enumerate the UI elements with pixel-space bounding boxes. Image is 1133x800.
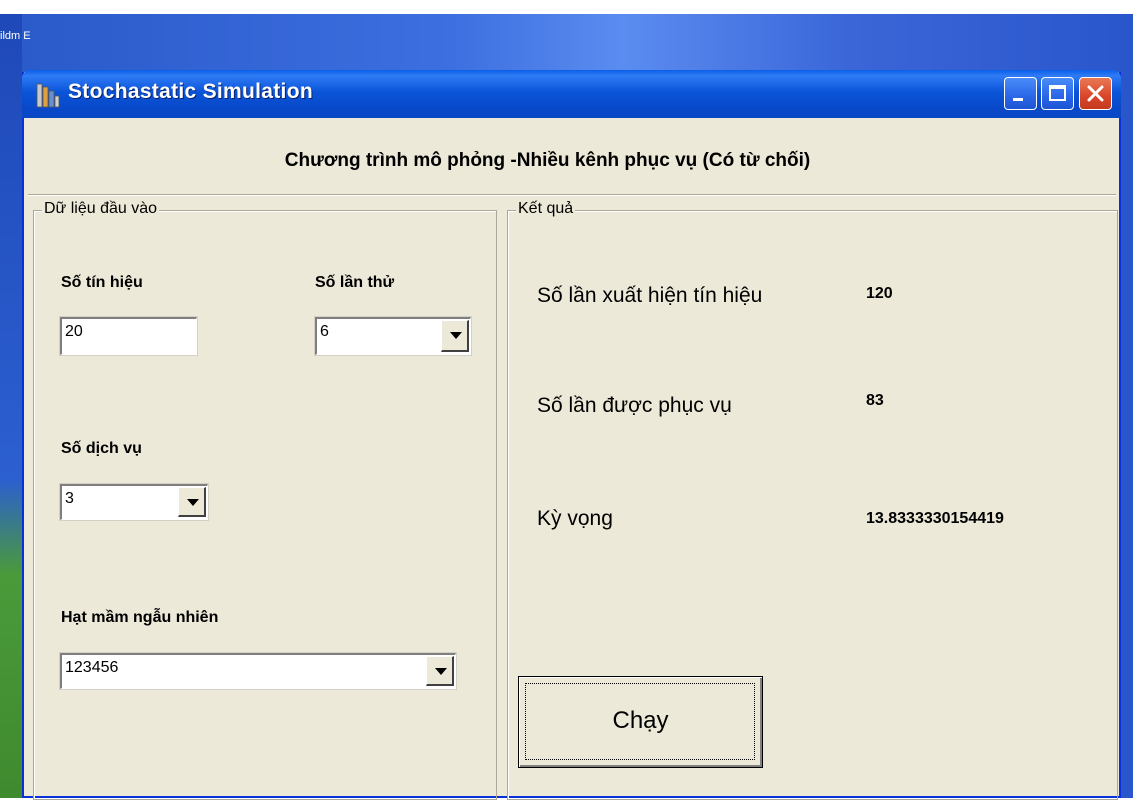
run-button[interactable]: Chạy [518, 676, 763, 768]
appear-label: Số lần xuất hiện tín hiệu [537, 284, 763, 307]
result-group-legend: Kết quả [516, 200, 576, 218]
seed-value: 123456 [65, 659, 119, 676]
minimize-icon [1013, 98, 1023, 101]
title-bar[interactable]: Stochastatic Simulation [22, 70, 1121, 118]
signals-label: Số tín hiệu [61, 274, 143, 291]
close-button[interactable] [1079, 77, 1112, 110]
seed-select[interactable]: 123456 [59, 652, 457, 690]
expectation-value: 13.8333330154419 [866, 510, 1004, 527]
maximize-button[interactable] [1041, 77, 1074, 110]
signals-input[interactable]: 20 [59, 316, 198, 356]
chevron-down-icon [435, 668, 447, 675]
seed-label: Hạt mầm ngẫu nhiên [61, 609, 219, 626]
trials-select[interactable]: 6 [314, 316, 472, 356]
heading-divider [28, 194, 1116, 196]
window-title: Stochastatic Simulation [68, 80, 313, 103]
services-select[interactable]: 3 [59, 483, 209, 521]
services-dropdown-button[interactable] [178, 487, 206, 517]
chevron-down-icon [450, 332, 462, 339]
services-value: 3 [65, 490, 74, 507]
appear-value: 120 [866, 285, 893, 302]
top-strip [0, 0, 1133, 14]
chevron-down-icon [187, 499, 199, 506]
expectation-label: Kỳ vọng [537, 507, 613, 530]
input-group-legend: Dữ liệu đầu vào [42, 200, 159, 218]
page-heading: Chương trình mô phỏng -Nhiều kênh phục v… [284, 150, 811, 171]
minimize-button[interactable] [1004, 77, 1037, 110]
desktop-side-text: ildm E [0, 30, 31, 42]
maximize-icon [1049, 85, 1066, 101]
trials-value: 6 [320, 323, 329, 340]
services-label: Số dịch vụ [61, 440, 142, 457]
served-label: Số lần được phục vụ [537, 394, 732, 417]
run-button-label: Chạy [612, 707, 669, 734]
seed-dropdown-button[interactable] [426, 656, 454, 686]
close-icon [1087, 85, 1104, 102]
app-icon [36, 83, 60, 108]
trials-dropdown-button[interactable] [441, 320, 469, 352]
desktop-left-strip [0, 0, 22, 798]
trials-label: Số lần thử [315, 274, 395, 291]
served-value: 83 [866, 392, 884, 409]
